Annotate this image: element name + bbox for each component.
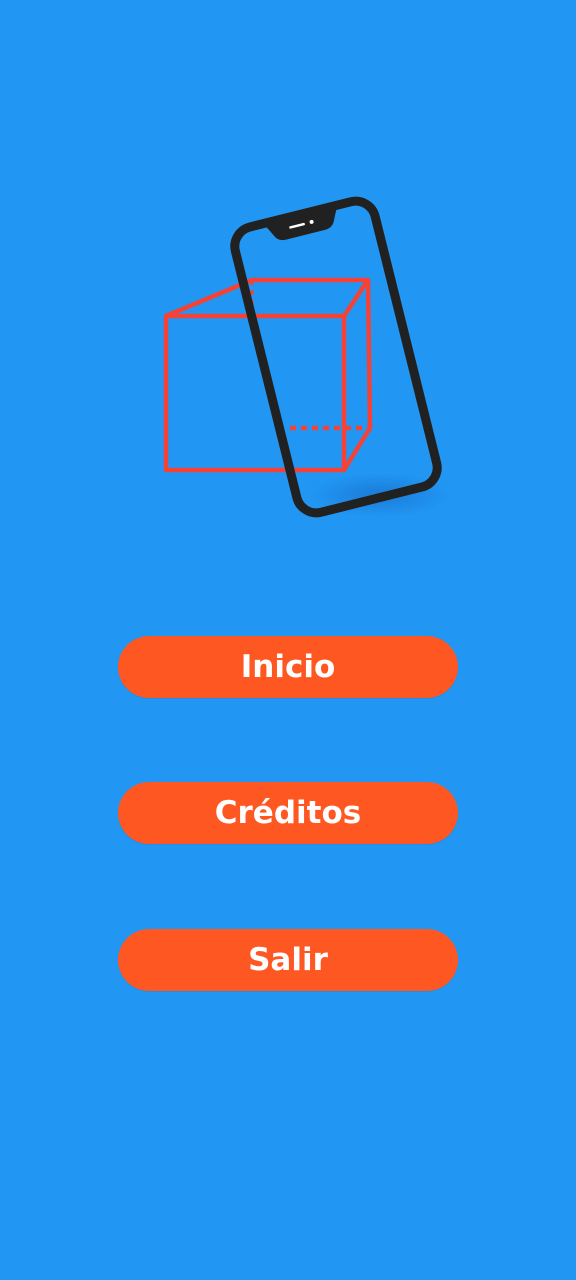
cube-in-phone-ar-icon [163, 196, 450, 518]
exit-button[interactable]: Salir [118, 929, 458, 991]
start-button[interactable]: Inicio [118, 636, 458, 698]
main-menu-screen: Inicio Créditos Salir [0, 0, 576, 1280]
credits-button[interactable]: Créditos [118, 782, 458, 844]
